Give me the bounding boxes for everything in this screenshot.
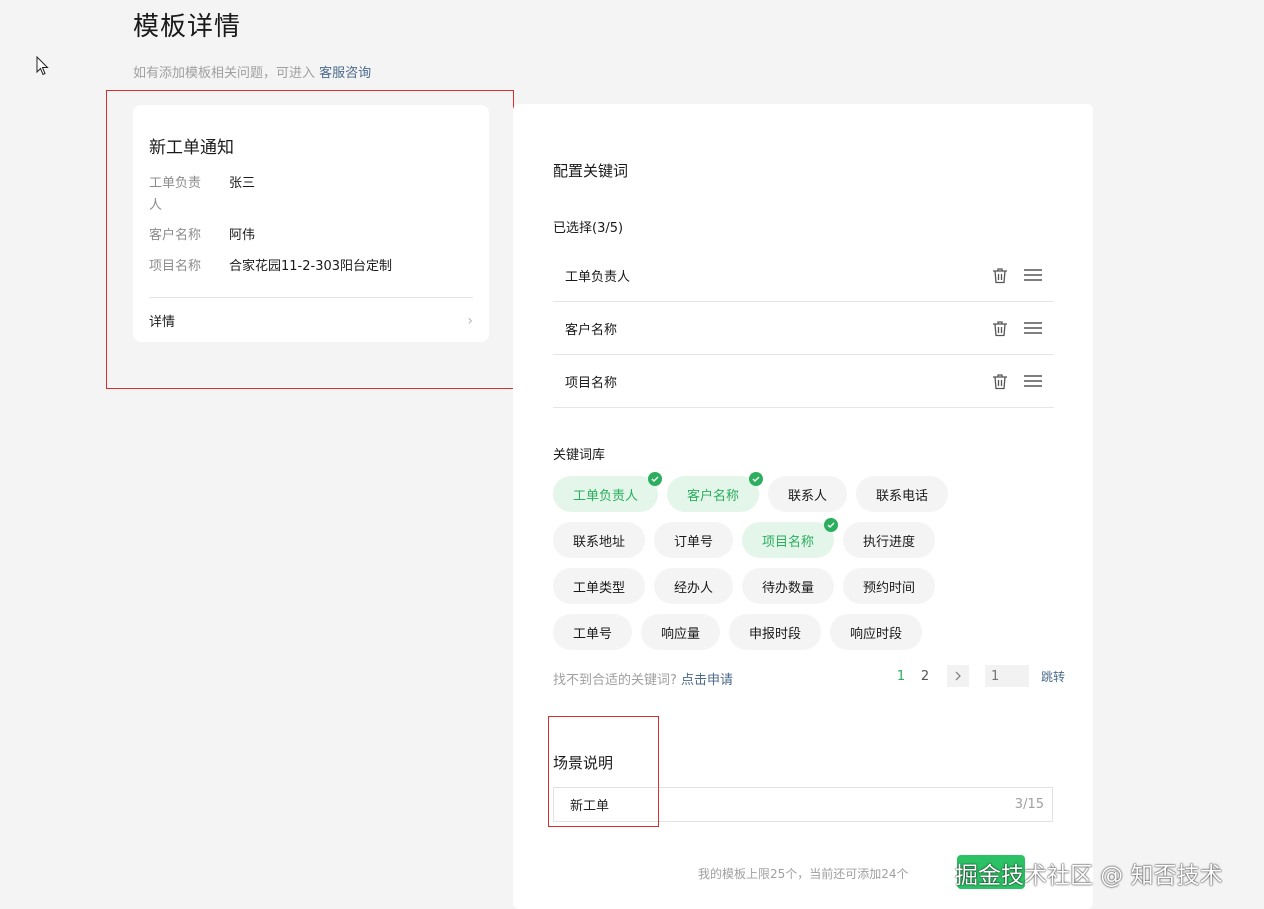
page-number-1[interactable]: 1 — [889, 669, 913, 684]
keyword-chip[interactable]: 执行进度 — [843, 522, 936, 558]
page-jump-button[interactable]: 跳转 — [1041, 668, 1065, 685]
chip-label: 工单号 — [573, 626, 613, 642]
page-number-2[interactable]: 2 — [913, 669, 937, 684]
apply-line: 找不到合适的关键词? 点击申请 — [553, 669, 733, 688]
subtitle-text: 如有添加模板相关问题，可进入 — [133, 66, 316, 81]
chip-label: 联系电话 — [876, 488, 929, 504]
keyword-library-label: 关键词库 — [553, 448, 606, 463]
not-found-text: 找不到合适的关键词? — [553, 673, 677, 688]
keyword-chip[interactable]: 申报时段 — [729, 614, 822, 650]
chip-label: 待办数量 — [762, 580, 815, 596]
row-actions — [992, 373, 1054, 390]
check-icon — [648, 472, 663, 486]
chip-label: 工单类型 — [573, 580, 626, 596]
selected-keyword-row: 客户名称 — [553, 302, 1054, 355]
keyword-chip[interactable]: 工单号 — [553, 614, 633, 650]
selected-keyword-row: 项目名称 — [553, 355, 1054, 408]
keyword-library: 工单负责人 客户名称 联系人 联系电话联系地址 订单号 项目名称 执行进度工单类型 经办人 待办… — [553, 472, 1013, 660]
page-jump-input[interactable] — [985, 665, 1029, 687]
page-title: 模板详情 — [133, 12, 242, 42]
keyword-chip[interactable]: 响应时段 — [830, 614, 923, 650]
chip-label: 工单负责人 — [573, 488, 639, 504]
row-actions — [992, 267, 1054, 284]
next-page-button[interactable] — [947, 665, 969, 687]
chip-label: 订单号 — [674, 534, 714, 550]
keyword-chip-selected[interactable]: 项目名称 — [742, 518, 839, 558]
drag-handle-icon[interactable] — [1024, 269, 1042, 281]
chevron-right-icon — [955, 671, 961, 681]
keyword-chip[interactable]: 联系电话 — [856, 476, 949, 512]
keyword-chip-row: 工单负责人 客户名称 联系人 联系电话 — [553, 472, 1013, 512]
selected-count-label: 已选择(3/5) — [553, 221, 624, 236]
drag-handle-icon[interactable] — [1024, 375, 1042, 387]
check-icon — [749, 472, 764, 486]
chip-label: 经办人 — [674, 580, 714, 596]
keyword-chip-selected[interactable]: 客户名称 — [667, 472, 764, 512]
keyword-chip[interactable]: 联系地址 — [553, 522, 646, 558]
keyword-chip-selected[interactable]: 工单负责人 — [553, 472, 663, 512]
chip-label: 联系地址 — [573, 534, 626, 550]
annotation-box-scene — [548, 716, 659, 827]
keyword-label: 项目名称 — [565, 375, 618, 391]
selected-keyword-row: 工单负责人 — [553, 249, 1054, 302]
chip-label: 联系人 — [788, 488, 828, 504]
config-title: 配置关键词 — [553, 162, 629, 180]
keyword-chip[interactable]: 响应量 — [641, 614, 721, 650]
page-subtitle: 如有添加模板相关问题，可进入 客服咨询 — [133, 62, 371, 81]
watermark: 掘金技术社区 @ 知否技术 — [955, 863, 1223, 889]
trash-icon[interactable] — [992, 320, 1008, 337]
trash-icon[interactable] — [992, 267, 1008, 284]
keyword-label: 工单负责人 — [565, 269, 631, 285]
chip-label: 客户名称 — [687, 488, 740, 504]
customer-service-link[interactable]: 客服咨询 — [319, 66, 371, 81]
keyword-chip[interactable]: 订单号 — [654, 522, 734, 558]
keyword-chip-row: 联系地址 订单号 项目名称 执行进度 — [553, 518, 1013, 558]
row-actions — [992, 320, 1054, 337]
selected-keywords-list: 工单负责人 客户名称 项目名称 — [553, 249, 1054, 408]
chip-label: 执行进度 — [863, 534, 916, 550]
keyword-chip[interactable]: 预约时间 — [843, 568, 936, 604]
annotation-box-preview — [106, 90, 514, 389]
char-counter: 3/15 — [1014, 797, 1044, 812]
keyword-chip-row: 工单号 响应量 申报时段 响应时段 — [553, 614, 1013, 650]
chip-label: 响应量 — [661, 626, 701, 642]
trash-icon[interactable] — [992, 373, 1008, 390]
keyword-chip[interactable]: 联系人 — [768, 476, 848, 512]
drag-handle-icon[interactable] — [1024, 322, 1042, 334]
mouse-cursor-icon — [36, 56, 49, 76]
chip-label: 项目名称 — [762, 534, 815, 550]
chip-label: 预约时间 — [863, 580, 916, 596]
pagination: 1 2 跳转 — [889, 665, 1065, 687]
keyword-chip[interactable]: 工单类型 — [553, 568, 646, 604]
keyword-chip-row: 工单类型 经办人 待办数量 预约时间 — [553, 568, 1013, 604]
keyword-chip[interactable]: 待办数量 — [742, 568, 835, 604]
apply-keyword-link[interactable]: 点击申请 — [681, 673, 733, 688]
chip-label: 响应时段 — [850, 626, 903, 642]
keyword-chip[interactable]: 经办人 — [654, 568, 734, 604]
check-icon — [824, 518, 839, 532]
keyword-label: 客户名称 — [565, 322, 618, 338]
chip-label: 申报时段 — [749, 626, 802, 642]
template-limit-text: 我的模板上限25个，当前还可添加24个 — [698, 867, 909, 881]
